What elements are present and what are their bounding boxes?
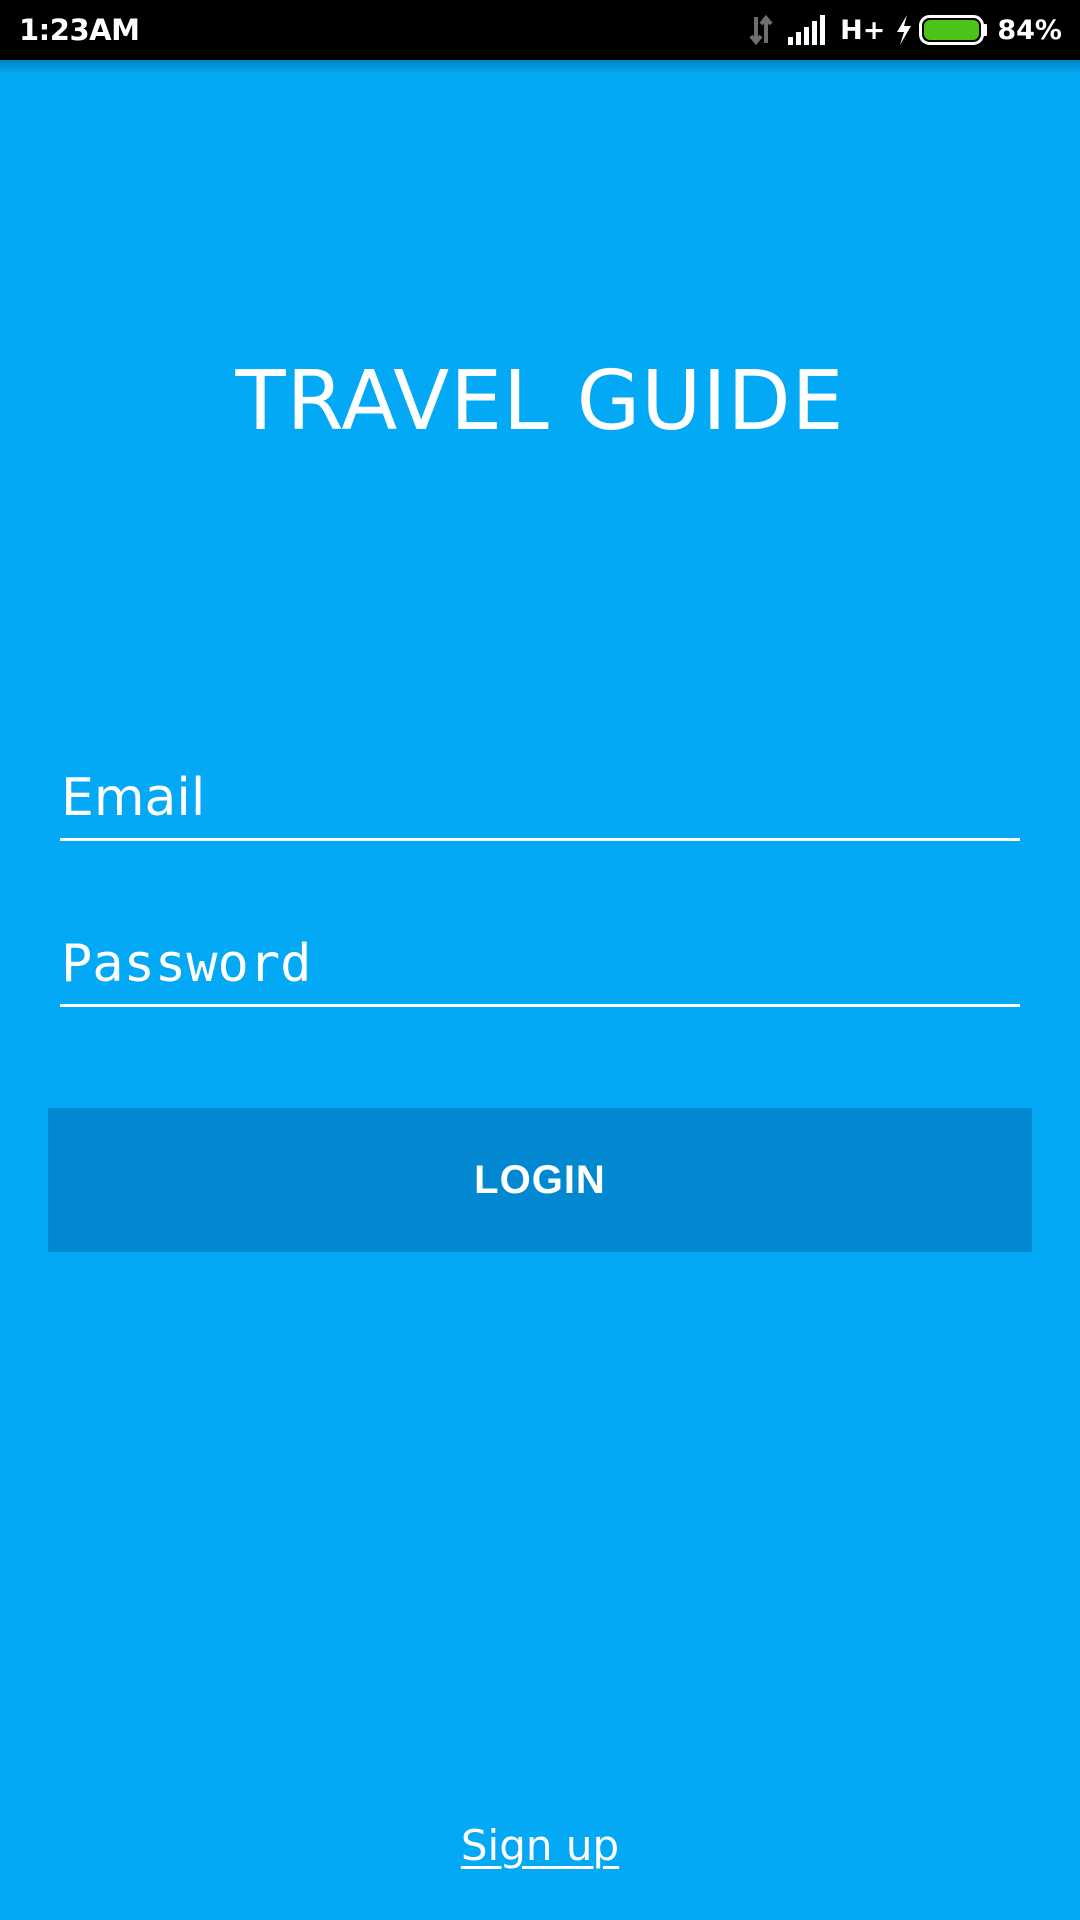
status-icons: H+ 84% bbox=[748, 0, 1062, 60]
data-transfer-icon bbox=[748, 15, 774, 45]
login-screen: 1:23AM H+ 84% TRAVEL GUIDE Email LOGIN S… bbox=[0, 0, 1080, 1920]
status-time: 1:23AM bbox=[19, 13, 140, 47]
status-bar-shadow bbox=[0, 60, 1080, 74]
signup-link[interactable]: Sign up bbox=[461, 1821, 619, 1870]
app-title: TRAVEL GUIDE bbox=[235, 354, 845, 449]
login-button[interactable]: LOGIN bbox=[48, 1108, 1032, 1252]
network-type: H+ bbox=[840, 14, 886, 46]
battery-icon bbox=[919, 15, 989, 45]
status-bar: 1:23AM H+ 84% bbox=[0, 0, 1080, 60]
password-input[interactable] bbox=[60, 928, 1021, 1004]
email-input[interactable] bbox=[60, 762, 1021, 838]
charging-bolt-icon bbox=[895, 15, 913, 45]
battery-percent: 84% bbox=[997, 14, 1062, 46]
email-field-container bbox=[60, 762, 1021, 841]
signup-link-container: Sign up bbox=[0, 1816, 1080, 1876]
signal-icon bbox=[788, 15, 828, 45]
password-field-container bbox=[60, 928, 1021, 1007]
